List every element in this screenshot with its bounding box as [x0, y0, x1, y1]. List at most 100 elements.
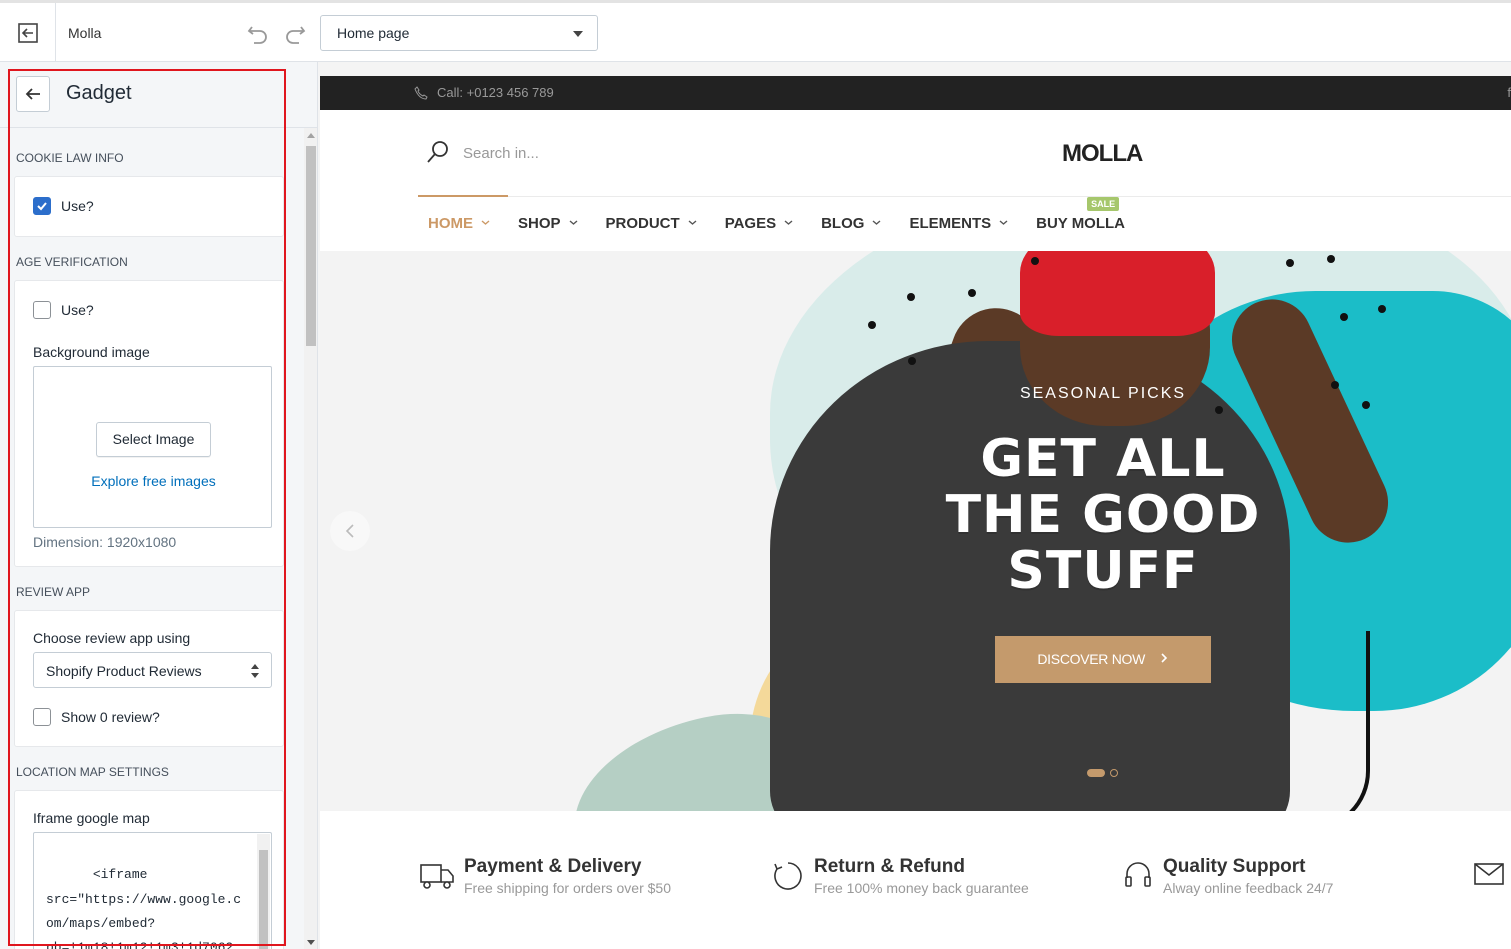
call-text: Call: +0123 456 789 [437, 85, 554, 100]
show-zero-review-checkbox[interactable]: Show 0 review? [33, 708, 160, 726]
chevron-left-icon [345, 524, 354, 538]
hero-title: GET ALL THE GOOD STUFF [900, 431, 1306, 599]
hero-dot [1031, 257, 1039, 265]
nav-label: HOME [428, 215, 473, 232]
textarea-scroll-thumb[interactable] [259, 850, 268, 949]
facebook-icon[interactable]: f [1507, 85, 1511, 100]
nav-item-blog[interactable]: BLOG [821, 196, 881, 251]
redo-button[interactable] [283, 22, 307, 51]
headset-icon [1125, 862, 1151, 887]
hero-title-line: STUFF [1007, 541, 1199, 601]
scroll-up-icon[interactable] [307, 133, 315, 138]
discover-now-button[interactable]: DISCOVER NOW [995, 636, 1211, 683]
iframe-map-label: Iframe google map [33, 810, 150, 826]
feature-desc: Free 100% money back guarantee [814, 880, 1029, 896]
main-nav: HOME SHOP PRODUCT PAGES BLOG ELEMENTS BU… [418, 196, 1153, 251]
store-preview: Call: +0123 456 789 f Search in... MOLLA… [320, 76, 1511, 949]
slider-dot-active[interactable] [1087, 769, 1105, 777]
feature-payment: Payment & Delivery Free shipping for ord… [420, 856, 671, 896]
scroll-down-icon[interactable] [307, 940, 315, 945]
hero-slider: SEASONAL PICKS GET ALL THE GOOD STUFF DI… [320, 251, 1511, 811]
slider-prev-button[interactable] [330, 511, 370, 551]
chevron-down-icon [784, 220, 793, 225]
chevron-right-icon [1161, 653, 1167, 663]
hero-dot [968, 289, 976, 297]
explore-images-link[interactable]: Explore free images [34, 473, 273, 489]
section-label-cookie: COOKIE LAW INFO [16, 151, 124, 165]
select-image-button[interactable]: Select Image [96, 422, 211, 457]
search-icon[interactable] [426, 140, 450, 164]
hero-title-line: GET ALL [980, 429, 1226, 489]
section-label-review: REVIEW APP [16, 585, 91, 599]
section-label-age: AGE VERIFICATION [16, 255, 128, 269]
cta-label: DISCOVER NOW [1037, 651, 1146, 667]
back-button[interactable] [16, 76, 50, 112]
textarea-scrollbar[interactable] [257, 834, 270, 949]
editor-topbar: Molla Home page [0, 0, 1511, 62]
hero-dot [1286, 259, 1294, 267]
feature-title: Payment & Delivery [464, 856, 642, 877]
caret-down-icon [573, 31, 583, 37]
hero-dot [1327, 255, 1335, 263]
cookie-use-checkbox[interactable]: Use? [33, 197, 94, 215]
nav-item-buy-molla[interactable]: BUY MOLLA SALE [1036, 196, 1125, 251]
hero-dot [1362, 401, 1370, 409]
undo-icon [247, 26, 267, 44]
iframe-map-value: <iframe src="https://www.google.c om/map… [46, 867, 242, 949]
dimension-hint: Dimension: 1920x1080 [33, 534, 177, 550]
age-use-checkbox[interactable]: Use? [33, 301, 94, 319]
nav-item-product[interactable]: PRODUCT [606, 196, 697, 251]
chevron-down-icon [999, 220, 1008, 225]
settings-sidebar: Gadget COOKIE LAW INFO Use? AGE VERIFICA… [0, 62, 318, 949]
nav-label: PRODUCT [605, 215, 680, 232]
iframe-map-textarea[interactable]: <iframe src="https://www.google.c om/map… [33, 832, 272, 949]
hero-model-hat [1020, 251, 1215, 336]
review-app-select[interactable]: Shopify Product Reviews [33, 652, 272, 688]
nav-label: SHOP [518, 215, 561, 232]
search-input[interactable]: Search in... [463, 145, 539, 162]
checkbox-unchecked-icon [33, 708, 51, 726]
sidebar-title: Gadget [66, 82, 132, 104]
review-app-value: Shopify Product Reviews [46, 663, 202, 679]
bg-image-label: Background image [33, 344, 150, 360]
slider-dot[interactable] [1110, 769, 1118, 777]
section-label-map: LOCATION MAP SETTINGS [16, 765, 169, 779]
review-card: Choose review app using Shopify Product … [14, 610, 284, 747]
feature-desc: Free shipping for orders over $50 [464, 880, 671, 896]
select-arrows-icon [251, 664, 259, 678]
sidebar-scroll-thumb[interactable] [306, 146, 316, 346]
nav-item-elements[interactable]: ELEMENTS [909, 196, 1008, 251]
hero-dot [1378, 305, 1386, 313]
checkbox-checked-icon [33, 197, 51, 215]
cookie-card: Use? [14, 176, 284, 237]
sidebar-scrollbar[interactable] [304, 128, 317, 949]
nav-item-pages[interactable]: PAGES [725, 196, 793, 251]
page-selector-value: Home page [337, 25, 410, 41]
show-zero-review-label: Show 0 review? [61, 709, 160, 725]
undo-button[interactable] [246, 22, 270, 51]
refresh-icon [774, 862, 802, 890]
map-card: Iframe google map <iframe src="https://w… [14, 790, 284, 949]
mail-icon [1474, 863, 1504, 885]
feature-support: Quality Support Alway online feedback 24… [1123, 856, 1333, 896]
hero-dot [1215, 406, 1223, 414]
arrow-left-icon [25, 88, 40, 100]
nav-item-home[interactable]: HOME [428, 196, 490, 251]
exit-icon [17, 22, 38, 43]
checkbox-unchecked-icon [33, 301, 51, 319]
image-picker: Select Image Explore free images [33, 366, 272, 528]
store-logo[interactable]: MOLLA [1062, 140, 1143, 168]
call-info[interactable]: Call: +0123 456 789 [414, 85, 554, 100]
age-use-label: Use? [61, 302, 94, 318]
sale-badge: SALE [1087, 197, 1120, 211]
page-selector[interactable]: Home page [320, 15, 598, 51]
exit-editor-button[interactable] [0, 3, 56, 62]
truck-icon [420, 864, 454, 889]
hero-dot [908, 357, 916, 365]
feature-return: Return & Refund Free 100% money back gua… [772, 856, 1029, 896]
feature-desc: Alway online feedback 24/7 [1163, 880, 1334, 896]
promo-bar: Call: +0123 456 789 f [320, 76, 1511, 110]
hero-dot [868, 321, 876, 329]
cookie-use-label: Use? [61, 198, 94, 214]
nav-item-shop[interactable]: SHOP [518, 196, 578, 251]
